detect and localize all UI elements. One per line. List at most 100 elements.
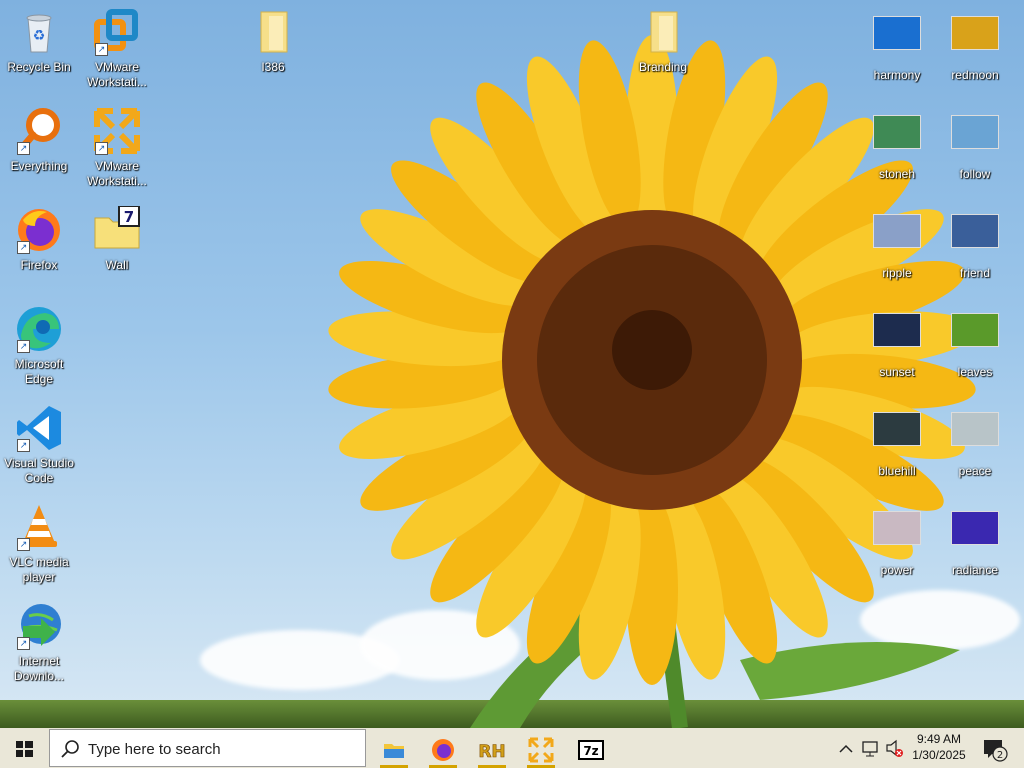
desktop-icon-label: Branding <box>638 60 688 74</box>
folder-icon <box>639 8 687 56</box>
desktop-icon-wallpaper[interactable]: harmony <box>859 8 935 83</box>
notification-center-button[interactable]: 2 <box>980 728 1010 768</box>
desktop-icon-wallpaper[interactable]: bluehill <box>859 404 935 479</box>
taskbar-vmware[interactable] <box>523 732 559 768</box>
desktop-icon-label: power <box>880 563 914 577</box>
shortcut-arrow-icon: ↗ <box>17 538 30 551</box>
shortcut-arrow-icon: ↗ <box>95 142 108 155</box>
taskbar-7zip[interactable]: 7z <box>573 732 609 768</box>
file-explorer-icon <box>384 744 404 758</box>
thumbnail-image <box>873 214 921 248</box>
desktop-icon-folder-branding[interactable]: Branding <box>625 8 701 75</box>
edge-icon: ↗ <box>15 305 63 353</box>
windows-logo-icon <box>16 741 33 757</box>
taskbar-file-explorer[interactable] <box>376 732 412 768</box>
desktop-icon-vscode[interactable]: ↗ Visual Studio Code <box>1 404 77 486</box>
desktop-icon-wallpaper[interactable]: radiance <box>937 503 1013 578</box>
desktop-icon-label: I386 <box>261 60 285 74</box>
taskbar-rh-app[interactable]: RH <box>474 732 510 768</box>
thumbnail-image <box>873 313 921 347</box>
search-placeholder: Type here to search <box>88 741 221 758</box>
thumbnail-image <box>873 115 921 149</box>
taskbar-clock[interactable]: 9:49 AM 1/30/2025 <box>900 731 978 763</box>
image-file-icon <box>873 115 921 163</box>
thumbnail-image <box>951 16 999 50</box>
desktop-icon-wall[interactable]: 7 Wall <box>79 205 155 273</box>
shortcut-arrow-icon: ↗ <box>17 241 30 254</box>
image-file-icon <box>873 511 921 559</box>
shortcut-arrow-icon: ↗ <box>95 43 108 56</box>
notification-count: 2 <box>997 750 1003 761</box>
vlc-icon: ↗ <box>15 503 63 551</box>
desktop-icon-wallpaper[interactable]: sunset <box>859 305 935 380</box>
desktop-icon-vlc[interactable]: ↗ VLC media player <box>1 503 77 585</box>
desktop-icon-label: follow <box>959 167 991 181</box>
image-file-icon <box>873 313 921 361</box>
desktop-icon-label: radiance <box>951 563 999 577</box>
clock-time: 9:49 AM <box>916 732 962 746</box>
svg-text:7: 7 <box>124 208 134 226</box>
desktop-icon-label: VMware Workstati... <box>87 60 147 89</box>
recycle-bin-icon: ♻ <box>15 8 63 56</box>
desktop-icon-label: peace <box>958 464 992 478</box>
search-box[interactable]: Type here to search <box>49 729 366 767</box>
network-icon <box>862 741 878 757</box>
rh-app-icon: RH <box>478 742 506 763</box>
desktop-icon-wallpaper[interactable]: follow <box>937 107 1013 182</box>
desktop-icon-wallpaper[interactable]: friend <box>937 206 1013 281</box>
desktop-icon-wallpaper[interactable]: leaves <box>937 305 1013 380</box>
image-file-icon <box>873 412 921 460</box>
notification-icon: 2 <box>984 740 1008 762</box>
vmware-player-icon: ↗ <box>93 107 141 155</box>
start-button[interactable] <box>0 728 49 768</box>
desktop-icon-wallpaper[interactable]: peace <box>937 404 1013 479</box>
desktop-icon-folder-i386[interactable]: I386 <box>235 8 311 75</box>
idm-icon: ↗ <box>15 602 63 650</box>
chevron-up-icon <box>839 744 853 753</box>
desktop-icon-wallpaper[interactable]: redmoon <box>937 8 1013 83</box>
desktop-icon-microsoft-edge[interactable]: ↗ Microsoft Edge <box>1 305 77 387</box>
thumbnail-image <box>951 115 999 149</box>
desktop-icon-wallpaper[interactable]: power <box>859 503 935 578</box>
thumbnail-image <box>951 313 999 347</box>
desktop-icon-label: sunset <box>879 365 915 379</box>
desktop-icon-wallpaper[interactable]: ripple <box>859 206 935 281</box>
desktop-icon-label: Internet Downlo... <box>13 654 65 683</box>
desktop-icon-label: harmony <box>873 68 921 82</box>
desktop-icon-everything[interactable]: ↗ Everything <box>1 107 77 174</box>
everything-search-icon: ↗ <box>15 107 63 155</box>
shortcut-arrow-icon: ↗ <box>17 142 30 155</box>
thumbnail-image <box>873 511 921 545</box>
svg-text:♻: ♻ <box>33 28 46 44</box>
thumbnail-image <box>873 412 921 446</box>
desktop-icon-label: friend <box>959 266 991 280</box>
show-hidden-icons-button[interactable] <box>836 728 856 768</box>
desktop-icon-internet-download-manager[interactable]: ↗ Internet Downlo... <box>1 602 77 684</box>
desktop-icon-label: Wall <box>105 258 129 272</box>
desktop-icon-label: Microsoft Edge <box>14 357 64 386</box>
network-tray-button[interactable] <box>860 728 882 768</box>
desktop-icon-label: stoneh <box>878 167 916 181</box>
firefox-icon <box>432 739 454 761</box>
7zip-label: 7z <box>583 744 598 758</box>
shortcut-arrow-icon: ↗ <box>17 439 30 452</box>
clock-date: 1/30/2025 <box>912 748 966 762</box>
thumbnail-image <box>951 412 999 446</box>
desktop-icon-recycle-bin[interactable]: ♻ Recycle Bin <box>1 8 77 75</box>
image-file-icon <box>951 313 999 361</box>
desktop-icon-label: Visual Studio Code <box>4 456 74 485</box>
firefox-icon: ↗ <box>15 206 63 254</box>
folder-wall-icon: 7 <box>93 205 141 254</box>
folder-icon <box>249 8 297 56</box>
desktop-icon-vmware-player[interactable]: ↗ VMware Workstati... <box>79 107 155 189</box>
desktop-icon-vmware-workstation[interactable]: ↗ VMware Workstati... <box>79 8 155 90</box>
desktop-icon-wallpaper[interactable]: stoneh <box>859 107 935 182</box>
vscode-icon: ↗ <box>15 404 63 452</box>
desktop-wallpaper: ♻ Recycle Bin ↗ VMware Workstati... ↗ Ev… <box>0 0 1024 728</box>
search-icon <box>61 740 79 758</box>
taskbar-firefox[interactable] <box>425 732 461 768</box>
image-file-icon <box>951 115 999 163</box>
desktop-icon-label: ripple <box>882 266 912 280</box>
desktop-icon-firefox[interactable]: ↗ Firefox <box>1 206 77 273</box>
thumbnail-image <box>951 214 999 248</box>
